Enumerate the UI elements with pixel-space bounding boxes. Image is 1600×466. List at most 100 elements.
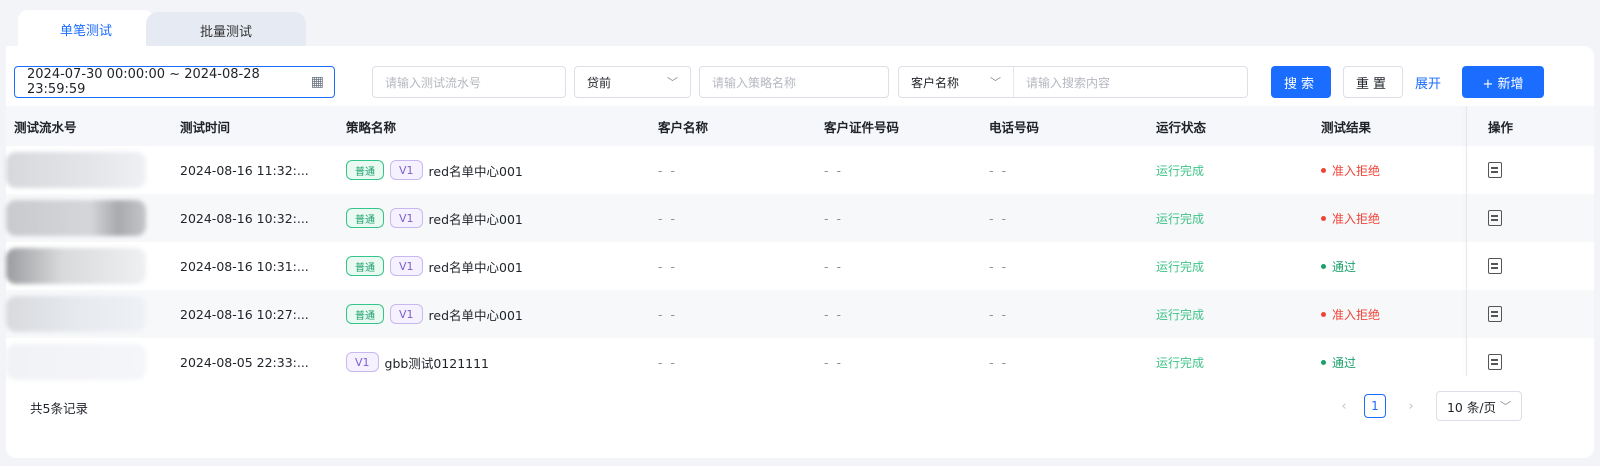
tag-normal: 普通 <box>346 208 384 228</box>
row-operation[interactable] <box>1488 306 1502 322</box>
result-text: 准入拒绝 <box>1332 307 1381 322</box>
row-customer: - - <box>658 306 677 322</box>
strategy-name: red名单中心001 <box>428 211 523 227</box>
serial-blurred <box>6 200 146 236</box>
tag-normal: 普通 <box>346 256 384 276</box>
row-time: 2024-08-16 10:31:... <box>180 258 309 274</box>
chevron-down-icon: ﹀ <box>1500 400 1512 413</box>
row-status: 运行完成 <box>1156 211 1205 226</box>
header-time: 测试时间 <box>180 119 231 135</box>
tab-bar: 单笔测试 批量测试 <box>6 6 1600 48</box>
detail-icon[interactable] <box>1488 354 1502 370</box>
tag-normal: 普通 <box>346 304 384 324</box>
header-id-number: 客户证件号码 <box>824 119 900 135</box>
row-status: 运行完成 <box>1156 307 1205 322</box>
page-number-button[interactable]: 1 <box>1364 394 1386 418</box>
table-row[interactable]: 2024-08-16 10:32:... 普通 V1 red名单中心001 - … <box>6 194 1594 242</box>
expand-button[interactable]: 展开 <box>1408 66 1448 98</box>
chevron-down-icon: ﹀ <box>990 76 1001 89</box>
search-field-select[interactable]: 客户名称 ﹀ <box>899 67 1014 97</box>
loan-stage-select[interactable]: 贷前 ﹀ <box>574 66 691 98</box>
prev-page-button[interactable]: ‹ <box>1336 394 1352 418</box>
header-serial: 测试流水号 <box>14 119 77 135</box>
strategy-name: gbb测试0121111 <box>384 355 490 371</box>
next-page-button[interactable]: › <box>1403 394 1419 418</box>
row-operation[interactable] <box>1488 354 1502 370</box>
serial-blurred <box>6 296 146 332</box>
add-button[interactable]: + 新增 <box>1462 66 1544 98</box>
strategy-input[interactable]: 请输入策略名称 <box>699 66 889 98</box>
detail-icon[interactable] <box>1488 306 1502 322</box>
row-strategy: 普通 V1 red名单中心001 <box>346 208 523 228</box>
row-result: 准入拒绝 <box>1321 306 1380 323</box>
table-header: 测试流水号 测试时间 策略名称 客户名称 客户证件号码 电话号码 运行状态 测试… <box>6 106 1594 146</box>
row-id-number: - - <box>824 210 843 226</box>
row-customer: - - <box>658 162 677 178</box>
row-status: 运行完成 <box>1156 163 1205 178</box>
search-input[interactable]: 请输入搜索内容 <box>1014 74 1110 91</box>
row-strategy: 普通 V1 red名单中心001 <box>346 304 523 324</box>
header-status: 运行状态 <box>1156 119 1207 135</box>
header-result: 测试结果 <box>1321 119 1372 135</box>
row-customer: - - <box>658 354 677 370</box>
tag-version: V1 <box>390 160 423 180</box>
row-operation[interactable] <box>1488 162 1502 178</box>
row-time: 2024-08-16 10:32:... <box>180 210 309 226</box>
row-phone: - - <box>989 210 1008 226</box>
header-phone: 电话号码 <box>989 119 1040 135</box>
result-text: 准入拒绝 <box>1332 163 1381 178</box>
row-time: 2024-08-16 10:27:... <box>180 306 309 322</box>
page-size-value: 10 条/页 <box>1446 399 1497 415</box>
search-field-value: 客户名称 <box>911 75 960 90</box>
chevron-down-icon: ﹀ <box>667 76 678 89</box>
strategy-name: red名单中心001 <box>428 259 523 275</box>
tag-version: V1 <box>346 352 379 372</box>
tag-normal: 普通 <box>346 160 384 180</box>
filter-bar: 2024-07-30 00:00:00 ~ 2024-08-28 23:59:5… <box>6 66 1594 98</box>
tag-version: V1 <box>390 304 423 324</box>
result-dot-icon <box>1321 311 1326 317</box>
strategy-name: red名单中心001 <box>428 307 523 323</box>
result-dot-icon <box>1321 167 1326 173</box>
serial-blurred <box>6 344 146 380</box>
table-row[interactable]: 2024-08-05 22:33:... V1 gbb测试0121111 - -… <box>6 338 1594 386</box>
serial-input[interactable]: 请输入测试流水号 <box>372 66 566 98</box>
search-button[interactable]: 搜索 <box>1271 66 1331 98</box>
detail-icon[interactable] <box>1488 258 1502 274</box>
row-time: 2024-08-05 22:33:... <box>180 354 309 370</box>
table-row[interactable]: 2024-08-16 11:32:... 普通 V1 red名单中心001 - … <box>6 146 1594 194</box>
table-row[interactable]: 2024-08-16 10:27:... 普通 V1 red名单中心001 - … <box>6 290 1594 338</box>
date-range-picker[interactable]: 2024-07-30 00:00:00 ~ 2024-08-28 23:59:5… <box>14 66 335 98</box>
row-strategy: 普通 V1 red名单中心001 <box>346 160 523 180</box>
result-text: 通过 <box>1332 259 1357 274</box>
row-operation[interactable] <box>1488 210 1502 226</box>
row-id-number: - - <box>824 354 843 370</box>
result-dot-icon <box>1321 215 1326 221</box>
row-operation[interactable] <box>1488 258 1502 274</box>
main-panel: 2024-07-30 00:00:00 ~ 2024-08-28 23:59:5… <box>6 46 1594 458</box>
detail-icon[interactable] <box>1488 162 1502 178</box>
page-size-select[interactable]: 10 条/页 ﹀ <box>1436 391 1522 421</box>
row-phone: - - <box>989 306 1008 322</box>
row-time: 2024-08-16 11:32:... <box>180 162 309 178</box>
search-combo: 客户名称 ﹀ 请输入搜索内容 <box>898 66 1248 98</box>
detail-icon[interactable] <box>1488 210 1502 226</box>
pagination-footer: 共5条记录 ‹ 1 › 10 条/页 ﹀ <box>6 386 1594 426</box>
result-text: 准入拒绝 <box>1332 211 1381 226</box>
row-customer: - - <box>658 210 677 226</box>
row-phone: - - <box>989 162 1008 178</box>
row-result: 准入拒绝 <box>1321 210 1380 227</box>
serial-blurred <box>6 152 146 188</box>
loan-stage-value: 贷前 <box>587 75 612 90</box>
result-dot-icon <box>1321 359 1326 365</box>
tab-single-test[interactable]: 单笔测试 <box>18 10 154 48</box>
tab-batch-test[interactable]: 批量测试 <box>146 12 306 48</box>
row-id-number: - - <box>824 258 843 274</box>
reset-button[interactable]: 重置 <box>1343 66 1403 98</box>
row-status: 运行完成 <box>1156 259 1205 274</box>
row-status: 运行完成 <box>1156 355 1205 370</box>
row-result: 准入拒绝 <box>1321 162 1380 179</box>
strategy-placeholder: 请输入策略名称 <box>712 75 797 90</box>
table-row[interactable]: 2024-08-16 10:31:... 普通 V1 red名单中心001 - … <box>6 242 1594 290</box>
fixed-column-divider <box>1466 106 1467 376</box>
